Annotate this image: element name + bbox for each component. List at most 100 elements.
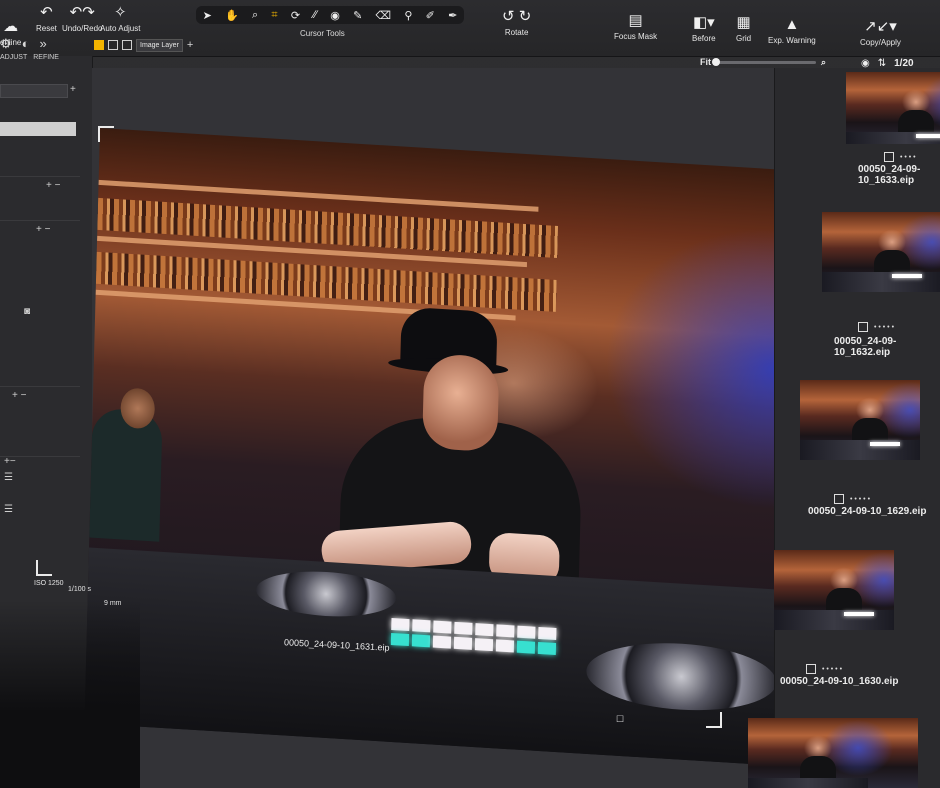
divider	[0, 386, 80, 387]
rating-dots[interactable]: • • • • •	[850, 496, 870, 503]
tab-adjust[interactable]: ADJUST	[0, 54, 27, 61]
sliders-icon[interactable]: ⚙	[0, 36, 12, 52]
expand-icon[interactable]: »	[40, 36, 47, 52]
add-layer-button[interactable]: +	[187, 39, 193, 51]
highlighted-row[interactable]	[0, 122, 76, 136]
gradient-icon[interactable]: ✐	[426, 9, 435, 22]
rotate-button[interactable]: ↺ ↻ Rotate	[502, 8, 531, 37]
layer-mask-icon[interactable]	[122, 40, 132, 50]
zoom-icon[interactable]: ⌕	[252, 9, 258, 22]
thumbnail-filename: 00050_24-09-10_1633.eip	[858, 164, 921, 186]
thumbnail-checkbox[interactable]	[834, 494, 844, 504]
background-person	[89, 407, 163, 542]
thumbnail-glow	[844, 612, 874, 616]
before-after-icon: ◧▾	[692, 14, 715, 31]
eye-icon[interactable]: ◉	[861, 58, 870, 69]
crop-corner-tl[interactable]	[98, 126, 114, 142]
layer-view-split-icon[interactable]	[108, 40, 118, 50]
rotate-tool-icon[interactable]: ⟳	[291, 9, 300, 22]
top-toolbar: ☁ online ↶ Reset ↶↷ Undo/Redo ✧ Auto Adj…	[0, 0, 940, 57]
layers-icon[interactable]: ◐	[22, 36, 30, 52]
thumbnail-filename: 00050_24-09-10_1632.eip	[834, 336, 897, 358]
pointer-icon[interactable]: ➤	[203, 9, 212, 22]
rotate-icon: ↺ ↻	[502, 8, 532, 25]
zoom-fit-label[interactable]: Fit	[700, 57, 711, 67]
focus-mask-button[interactable]: ▤ Focus Mask	[614, 12, 657, 41]
copy-apply-button[interactable]: ↗↙▾ Copy/Apply	[860, 18, 901, 47]
camera-icon[interactable]: ◙	[24, 306, 30, 317]
preset-select[interactable]	[0, 84, 68, 98]
thumbnail-checkbox[interactable]	[806, 664, 816, 674]
zoom-magnifier-icon[interactable]: ⌕	[821, 57, 826, 68]
add-item-icon[interactable]: +−	[4, 456, 16, 467]
divider	[0, 220, 80, 221]
auto-adjust-button[interactable]: ✧ Auto Adjust	[100, 4, 140, 33]
thumbnail[interactable]	[774, 550, 894, 630]
zoom-slider-knob[interactable]	[712, 57, 720, 66]
undo-redo-button[interactable]: ↶↷ Undo/Redo	[62, 4, 102, 33]
hand-icon[interactable]: ✋	[225, 9, 239, 22]
cursor-tools-bar: ➤ ✋ ⌕ ⌗ ⟳ ∕∕ ◉ ✎ ⌫ ⚲ ✐ ✒	[196, 6, 464, 24]
thumbnail[interactable]	[800, 380, 920, 460]
rating-dots[interactable]: • • • • •	[822, 666, 842, 673]
warning-icon: ▲	[784, 16, 800, 33]
thumbnail-glow	[916, 134, 940, 138]
list-icon[interactable]: ☰	[4, 504, 13, 515]
layer-select[interactable]: Image Layer	[136, 38, 183, 52]
thumbnail-meta: • • • • •	[858, 322, 894, 332]
thumbnail-checkbox[interactable]	[858, 322, 868, 332]
pen-icon[interactable]: ✒	[448, 9, 457, 22]
image-select-checkbox[interactable]: ☐	[616, 714, 624, 725]
sort-icon[interactable]: ⇅	[878, 58, 886, 69]
exif-iso: ISO 1250	[34, 580, 64, 587]
grid-icon: ▦	[736, 14, 751, 31]
thumbnail-console	[822, 272, 940, 292]
magic-wand-icon: ✧	[113, 4, 127, 21]
picker-icon[interactable]: ⚲	[404, 9, 412, 22]
thumbnail-meta: • • • • •	[834, 494, 870, 504]
crop-corner-bl[interactable]	[36, 560, 52, 576]
undo-redo-icon: ↶↷	[69, 4, 95, 21]
before-button[interactable]: ◧▾ Before	[692, 14, 716, 43]
crop-icon[interactable]: ⌗	[271, 9, 277, 22]
cloud-icon: ☁	[3, 18, 19, 35]
left-adjust-panel: ⚙ ◐ » ADJUST REFINE + + − + − ◙ + − +− ☰…	[0, 36, 93, 788]
add-adjustment-icon[interactable]: + −	[46, 180, 60, 191]
grid-button[interactable]: ▦ Grid	[736, 14, 751, 43]
thumbnail-console	[748, 778, 868, 788]
spot-icon[interactable]: ◉	[330, 9, 340, 22]
thumbnail-meta: • • • • •	[806, 664, 842, 674]
tab-refine[interactable]: REFINE	[33, 54, 59, 61]
left-panel-icons: ⚙ ◐ »	[0, 36, 47, 52]
straighten-icon[interactable]: ∕∕	[313, 9, 317, 21]
rating-dots[interactable]: • • • •	[900, 154, 916, 161]
thumbnail[interactable]	[748, 718, 918, 788]
thumbnail[interactable]	[846, 72, 940, 144]
eraser-icon[interactable]: ⌫	[376, 9, 392, 22]
thumbnail-checkbox[interactable]	[884, 152, 894, 162]
dj-head	[422, 352, 500, 453]
reset-icon: ↶	[40, 4, 53, 21]
exposure-warning-button[interactable]: ▲ Exp. Warning	[768, 16, 816, 45]
add-item-icon[interactable]: + −	[12, 390, 26, 401]
thumbnail-filename: 00050_24-09-10_1630.eip	[780, 676, 899, 687]
brush-icon[interactable]: ✎	[353, 9, 362, 22]
main-photo[interactable]	[84, 128, 806, 767]
list-icon[interactable]: ☰	[4, 472, 13, 483]
add-item-icon[interactable]: + −	[36, 224, 50, 235]
zoom-bar: Fit ⌕	[700, 56, 850, 68]
exif-focal: 9 mm	[104, 600, 122, 607]
rating-dots[interactable]: • • • • •	[874, 324, 894, 331]
thumbnail[interactable]	[822, 212, 940, 292]
thumbnail-console	[774, 610, 894, 630]
zoom-slider[interactable]	[712, 57, 816, 66]
layer-view-single-icon[interactable]	[94, 40, 104, 50]
app-window: ☁ online ↶ Reset ↶↷ Undo/Redo ✧ Auto Adj…	[0, 0, 940, 788]
crop-corner-br[interactable]	[706, 712, 722, 728]
reset-button[interactable]: ↶ Reset	[36, 4, 57, 33]
thumbnail-meta: • • • •	[884, 152, 916, 162]
add-preset-icon[interactable]: +	[70, 84, 76, 95]
layer-bar: Image Layer +	[94, 38, 193, 52]
thumbnail-console	[800, 440, 920, 460]
filmstrip-counter: 1/20	[894, 58, 914, 69]
